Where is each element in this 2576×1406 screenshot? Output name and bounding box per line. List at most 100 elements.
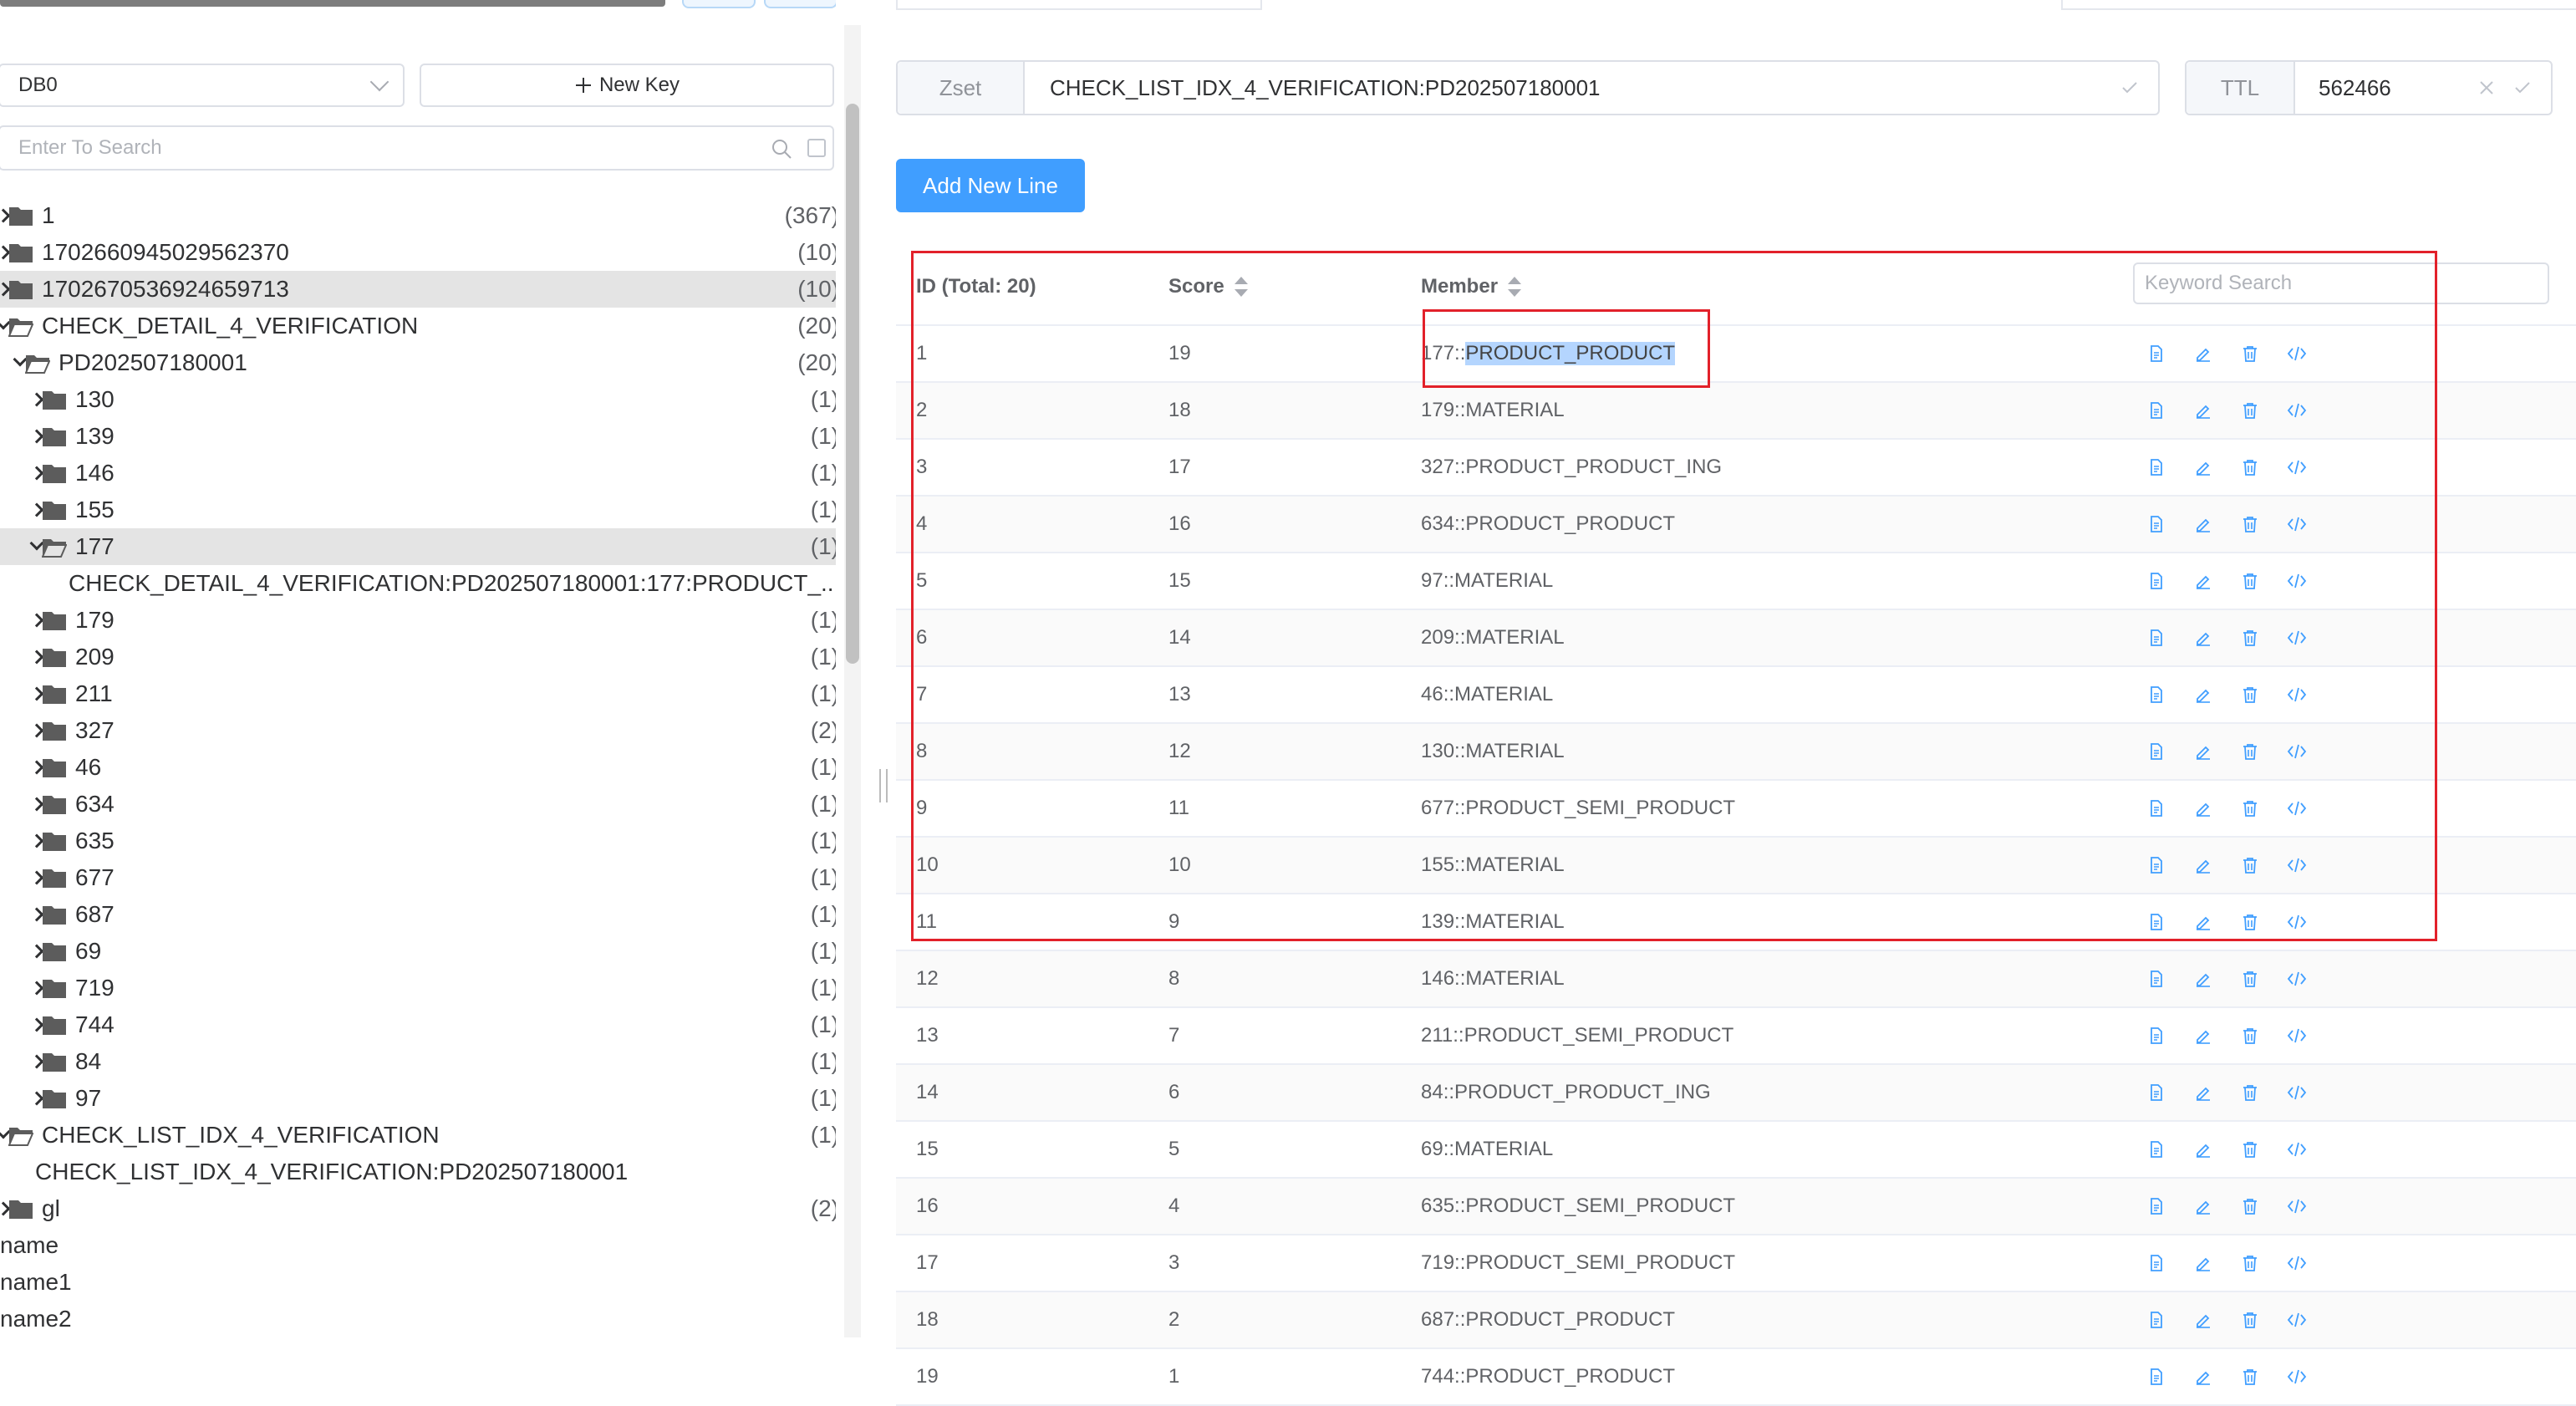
- tree-folder[interactable]: 634 (1): [0, 786, 836, 823]
- check-icon[interactable]: [2512, 78, 2533, 98]
- code-icon[interactable]: [2282, 1021, 2312, 1051]
- tree-key[interactable]: CHECK_DETAIL_4_VERIFICATION:PD2025071800…: [0, 565, 836, 602]
- tree-folder[interactable]: 139 (1): [0, 418, 836, 455]
- tree-folder[interactable]: 635 (1): [0, 823, 836, 859]
- toolbar-button-fragment[interactable]: [682, 0, 756, 8]
- view-icon[interactable]: [2141, 1305, 2171, 1335]
- tree-folder[interactable]: 97 (1): [0, 1080, 836, 1117]
- tree-folder[interactable]: 211 (1): [0, 675, 836, 712]
- tree-folder[interactable]: 179 (1): [0, 602, 836, 639]
- delete-icon[interactable]: [2235, 1305, 2265, 1335]
- edit-icon[interactable]: [2188, 509, 2218, 539]
- edit-icon[interactable]: [2188, 736, 2218, 767]
- edit-icon[interactable]: [2188, 623, 2218, 653]
- code-icon[interactable]: [2282, 736, 2312, 767]
- tree-folder[interactable]: 177 (1): [0, 528, 836, 565]
- delete-icon[interactable]: [2235, 964, 2265, 994]
- code-icon[interactable]: [2282, 907, 2312, 937]
- tree-folder[interactable]: 327 (2): [0, 712, 836, 749]
- code-icon[interactable]: [2282, 566, 2312, 596]
- code-icon[interactable]: [2282, 850, 2312, 880]
- check-icon[interactable]: [2120, 78, 2140, 98]
- edit-icon[interactable]: [2188, 793, 2218, 823]
- tree-folder[interactable]: 84 (1): [0, 1043, 836, 1080]
- edit-icon[interactable]: [2188, 907, 2218, 937]
- view-icon[interactable]: [2141, 623, 2171, 653]
- view-icon[interactable]: [2141, 1021, 2171, 1051]
- panel-resize-handle[interactable]: [879, 769, 888, 802]
- code-icon[interactable]: [2282, 1077, 2312, 1108]
- tree-folder[interactable]: 1 (367): [0, 197, 836, 234]
- code-icon[interactable]: [2282, 452, 2312, 482]
- code-icon[interactable]: [2282, 1362, 2312, 1392]
- close-icon[interactable]: [2477, 79, 2496, 97]
- delete-icon[interactable]: [2235, 793, 2265, 823]
- edit-icon[interactable]: [2188, 1077, 2218, 1108]
- view-icon[interactable]: [2141, 566, 2171, 596]
- delete-icon[interactable]: [2235, 736, 2265, 767]
- tree-folder[interactable]: 1702670536924659713 (10): [0, 271, 836, 308]
- tree-key[interactable]: name: [0, 1227, 836, 1264]
- delete-icon[interactable]: [2235, 339, 2265, 369]
- code-icon[interactable]: [2282, 1191, 2312, 1221]
- delete-icon[interactable]: [2235, 452, 2265, 482]
- code-icon[interactable]: [2282, 339, 2312, 369]
- sort-icon[interactable]: [1508, 275, 1522, 298]
- edit-icon[interactable]: [2188, 452, 2218, 482]
- view-icon[interactable]: [2141, 1077, 2171, 1108]
- key-name-input[interactable]: CHECK_LIST_IDX_4_VERIFICATION:PD20250718…: [1025, 75, 2120, 101]
- view-icon[interactable]: [2141, 680, 2171, 710]
- keyword-search-input[interactable]: [2133, 262, 2549, 304]
- tree-folder[interactable]: 744 (1): [0, 1006, 836, 1043]
- edit-icon[interactable]: [2188, 1021, 2218, 1051]
- view-icon[interactable]: [2141, 850, 2171, 880]
- tree-key[interactable]: CHECK_LIST_IDX_4_VERIFICATION:PD20250718…: [0, 1154, 836, 1190]
- code-icon[interactable]: [2282, 509, 2312, 539]
- delete-icon[interactable]: [2235, 680, 2265, 710]
- db-select[interactable]: DB0: [0, 64, 405, 107]
- add-new-line-button[interactable]: Add New Line: [896, 159, 1085, 212]
- tab-fragment[interactable]: [2061, 0, 2576, 10]
- view-icon[interactable]: [2141, 793, 2171, 823]
- view-icon[interactable]: [2141, 452, 2171, 482]
- delete-icon[interactable]: [2235, 1191, 2265, 1221]
- search-icon[interactable]: [771, 138, 792, 160]
- tree-folder[interactable]: 69 (1): [0, 933, 836, 970]
- tree-folder[interactable]: 130 (1): [0, 381, 836, 418]
- view-icon[interactable]: [2141, 395, 2171, 425]
- edit-icon[interactable]: [2188, 1362, 2218, 1392]
- tree-folder[interactable]: CHECK_DETAIL_4_VERIFICATION (20): [0, 308, 836, 344]
- tree-folder[interactable]: CHECK_LIST_IDX_4_VERIFICATION (1): [0, 1117, 836, 1154]
- edit-icon[interactable]: [2188, 964, 2218, 994]
- edit-icon[interactable]: [2188, 680, 2218, 710]
- tree-folder[interactable]: 209 (1): [0, 639, 836, 675]
- view-icon[interactable]: [2141, 1248, 2171, 1278]
- delete-icon[interactable]: [2235, 1021, 2265, 1051]
- code-icon[interactable]: [2282, 680, 2312, 710]
- view-icon[interactable]: [2141, 964, 2171, 994]
- view-icon[interactable]: [2141, 1191, 2171, 1221]
- delete-icon[interactable]: [2235, 850, 2265, 880]
- tree-folder[interactable]: gl (2): [0, 1190, 836, 1227]
- view-icon[interactable]: [2141, 1362, 2171, 1392]
- edit-icon[interactable]: [2188, 1248, 2218, 1278]
- delete-icon[interactable]: [2235, 623, 2265, 653]
- tree-folder[interactable]: 155 (1): [0, 492, 836, 528]
- sort-icon[interactable]: [1234, 275, 1248, 298]
- code-icon[interactable]: [2282, 964, 2312, 994]
- edit-icon[interactable]: [2188, 566, 2218, 596]
- tree-folder[interactable]: 1702660945029562370 (10): [0, 234, 836, 271]
- tab-fragment[interactable]: [896, 0, 1262, 10]
- tree-folder[interactable]: 719 (1): [0, 970, 836, 1006]
- edit-icon[interactable]: [2188, 1191, 2218, 1221]
- view-icon[interactable]: [2141, 907, 2171, 937]
- code-icon[interactable]: [2282, 1134, 2312, 1164]
- edit-icon[interactable]: [2188, 395, 2218, 425]
- delete-icon[interactable]: [2235, 395, 2265, 425]
- view-icon[interactable]: [2141, 339, 2171, 369]
- delete-icon[interactable]: [2235, 1077, 2265, 1108]
- ttl-input[interactable]: 562466: [2295, 75, 2477, 101]
- delete-icon[interactable]: [2235, 1362, 2265, 1392]
- view-icon[interactable]: [2141, 736, 2171, 767]
- code-icon[interactable]: [2282, 395, 2312, 425]
